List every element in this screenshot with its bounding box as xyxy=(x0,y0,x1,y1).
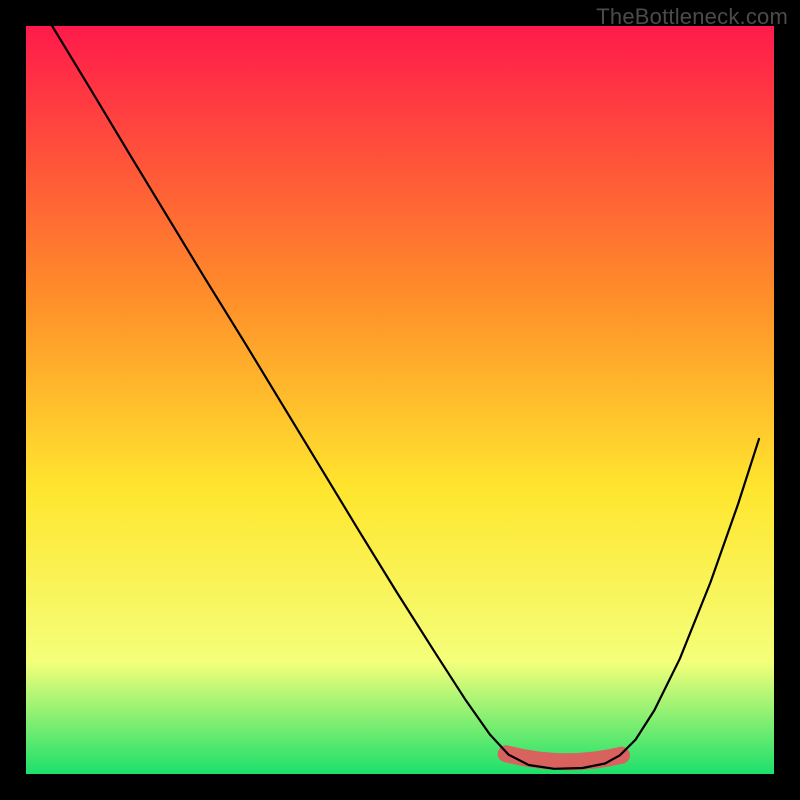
gradient-background xyxy=(26,26,774,774)
chart-frame: TheBottleneck.com xyxy=(0,0,800,800)
watermark-text: TheBottleneck.com xyxy=(596,4,788,30)
chart-svg xyxy=(26,26,774,774)
bottleneck-marker xyxy=(506,754,621,762)
plot-area xyxy=(26,26,774,774)
